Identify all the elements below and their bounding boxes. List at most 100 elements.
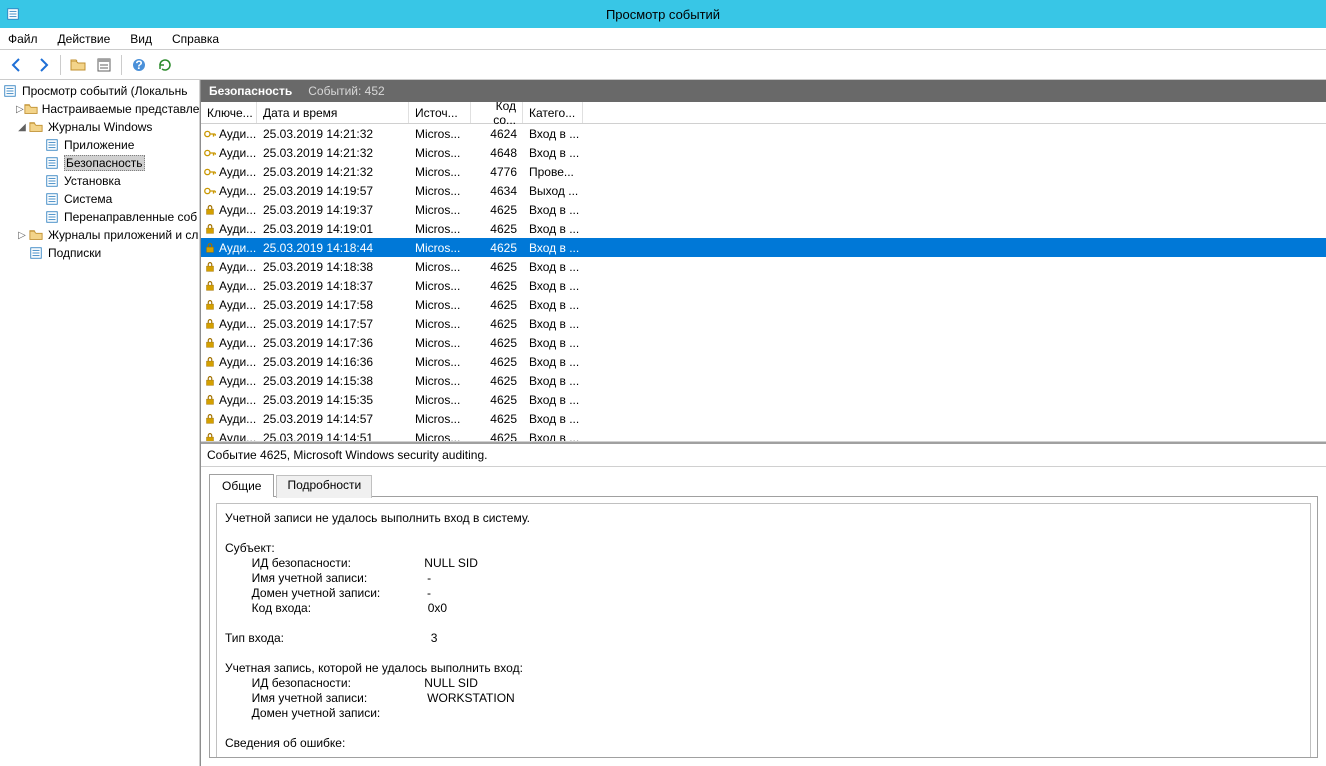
detail-line: Учетная запись, которой не удалось выпол… xyxy=(225,661,1302,675)
event-row[interactable]: Ауди...25.03.2019 14:18:37Micros...4625В… xyxy=(201,276,1326,295)
event-row[interactable]: Ауди...25.03.2019 14:14:57Micros...4625В… xyxy=(201,409,1326,428)
help-icon xyxy=(131,57,147,73)
menu-view[interactable]: Вид xyxy=(130,32,152,46)
menu-file[interactable]: Файл xyxy=(8,32,38,46)
col-category[interactable]: Катего... xyxy=(523,102,583,123)
detail-line xyxy=(225,526,1302,540)
toolbar-separator xyxy=(121,55,122,75)
arrow-right-icon xyxy=(35,57,51,73)
detail-line xyxy=(225,616,1302,630)
tree-custom-views[interactable]: ▷Настраиваемые представле xyxy=(0,100,199,118)
detail-line: Сведения об ошибке: xyxy=(225,736,1302,750)
folder-icon xyxy=(24,102,38,116)
tree-setup[interactable]: Установка xyxy=(0,172,199,190)
detail-line: Домен учетной записи: - xyxy=(225,586,1302,600)
tree-subscriptions[interactable]: Подписки xyxy=(0,244,199,262)
event-row[interactable]: Ауди...25.03.2019 14:18:44Micros...4625В… xyxy=(201,238,1326,257)
properties-icon xyxy=(96,57,112,73)
menu-action[interactable]: Действие xyxy=(58,32,111,46)
show-tree-button[interactable] xyxy=(67,54,89,76)
detail-line: Субъект: xyxy=(225,541,1302,555)
help-button[interactable] xyxy=(128,54,150,76)
key-icon xyxy=(203,146,217,160)
col-source[interactable]: Источ... xyxy=(409,102,471,123)
event-row[interactable]: Ауди...25.03.2019 14:15:35Micros...4625В… xyxy=(201,390,1326,409)
tree-system[interactable]: Система xyxy=(0,190,199,208)
event-row[interactable]: Ауди...25.03.2019 14:19:37Micros...4625В… xyxy=(201,200,1326,219)
event-row[interactable]: Ауди...25.03.2019 14:19:57Micros...4634В… xyxy=(201,181,1326,200)
menubar: Файл Действие Вид Справка xyxy=(0,28,1326,50)
forward-button[interactable] xyxy=(32,54,54,76)
back-button[interactable] xyxy=(6,54,28,76)
detail-text: Учетной записи не удалось выполнить вход… xyxy=(216,503,1311,758)
tab-general[interactable]: Общие xyxy=(209,474,274,497)
column-headers: Ключе... Дата и время Источ... Код со...… xyxy=(201,102,1326,124)
tree-windows-logs[interactable]: ◢Журналы Windows xyxy=(0,118,199,136)
tree-forwarded[interactable]: Перенаправленные соб xyxy=(0,208,199,226)
expander-icon[interactable]: ▷ xyxy=(16,104,24,115)
event-row[interactable]: Ауди...25.03.2019 14:21:32Micros...4776П… xyxy=(201,162,1326,181)
lock-icon xyxy=(203,279,217,293)
toolbar xyxy=(0,50,1326,80)
log-icon xyxy=(3,84,17,98)
col-keywords[interactable]: Ключе... xyxy=(201,102,257,123)
log-icon xyxy=(45,192,59,206)
tree-pane: Просмотр событий (Локальнь ▷Настраиваемы… xyxy=(0,80,200,766)
lock-icon xyxy=(203,241,217,255)
detail-line: ИД безопасности: NULL SID xyxy=(225,676,1302,690)
event-row[interactable]: Ауди...25.03.2019 14:17:58Micros...4625В… xyxy=(201,295,1326,314)
lock-icon xyxy=(203,355,217,369)
titlebar: Просмотр событий xyxy=(0,0,1326,28)
log-icon xyxy=(45,138,59,152)
properties-button[interactable] xyxy=(93,54,115,76)
toolbar-separator xyxy=(60,55,61,75)
key-icon xyxy=(203,184,217,198)
menu-help[interactable]: Справка xyxy=(172,32,219,46)
log-icon xyxy=(45,174,59,188)
col-datetime[interactable]: Дата и время xyxy=(257,102,409,123)
detail-line: Имя учетной записи: WORKSTATION xyxy=(225,691,1302,705)
event-row[interactable]: Ауди...25.03.2019 14:19:01Micros...4625В… xyxy=(201,219,1326,238)
lock-icon xyxy=(203,260,217,274)
log-icon xyxy=(29,246,43,260)
event-list: Ключе... Дата и время Источ... Код со...… xyxy=(201,102,1326,442)
log-icon xyxy=(45,210,59,224)
lock-icon xyxy=(203,298,217,312)
lock-icon xyxy=(203,393,217,407)
refresh-button[interactable] xyxy=(154,54,176,76)
event-row[interactable]: Ауди...25.03.2019 14:21:32Micros...4648В… xyxy=(201,143,1326,162)
tree-root[interactable]: Просмотр событий (Локальнь xyxy=(0,82,199,100)
lock-icon xyxy=(203,412,217,426)
tab-details[interactable]: Подробности xyxy=(276,475,372,498)
section-title: Безопасность xyxy=(209,84,292,98)
folder-icon xyxy=(29,120,43,134)
tree-app-services[interactable]: ▷Журналы приложений и сл xyxy=(0,226,199,244)
col-code[interactable]: Код со... xyxy=(471,102,523,123)
window-title: Просмотр событий xyxy=(0,7,1326,22)
detail-line xyxy=(225,721,1302,735)
tree-application[interactable]: Приложение xyxy=(0,136,199,154)
event-row[interactable]: Ауди...25.03.2019 14:16:36Micros...4625В… xyxy=(201,352,1326,371)
folder-icon xyxy=(70,57,86,73)
expander-icon[interactable]: ▷ xyxy=(16,230,28,241)
arrow-left-icon xyxy=(9,57,25,73)
lock-icon xyxy=(203,203,217,217)
lock-icon xyxy=(203,374,217,388)
event-row[interactable]: Ауди...25.03.2019 14:21:32Micros...4624В… xyxy=(201,124,1326,143)
content-pane: Безопасность Событий: 452 Ключе... Дата … xyxy=(200,80,1326,766)
event-row[interactable]: Ауди...25.03.2019 14:17:57Micros...4625В… xyxy=(201,314,1326,333)
lock-icon xyxy=(203,222,217,236)
lock-icon xyxy=(203,317,217,331)
event-row[interactable]: Ауди...25.03.2019 14:14:51Micros...4625В… xyxy=(201,428,1326,442)
key-icon xyxy=(203,165,217,179)
log-icon xyxy=(45,156,59,170)
event-row[interactable]: Ауди...25.03.2019 14:18:38Micros...4625В… xyxy=(201,257,1326,276)
event-row[interactable]: Ауди...25.03.2019 14:17:36Micros...4625В… xyxy=(201,333,1326,352)
detail-line: ИД безопасности: NULL SID xyxy=(225,556,1302,570)
event-count: Событий: 452 xyxy=(308,84,384,98)
expander-icon[interactable]: ◢ xyxy=(16,122,28,133)
tree-security[interactable]: Безопасность xyxy=(0,154,199,172)
lock-icon xyxy=(203,336,217,350)
detail-line: Код входа: 0x0 xyxy=(225,601,1302,615)
event-row[interactable]: Ауди...25.03.2019 14:15:38Micros...4625В… xyxy=(201,371,1326,390)
